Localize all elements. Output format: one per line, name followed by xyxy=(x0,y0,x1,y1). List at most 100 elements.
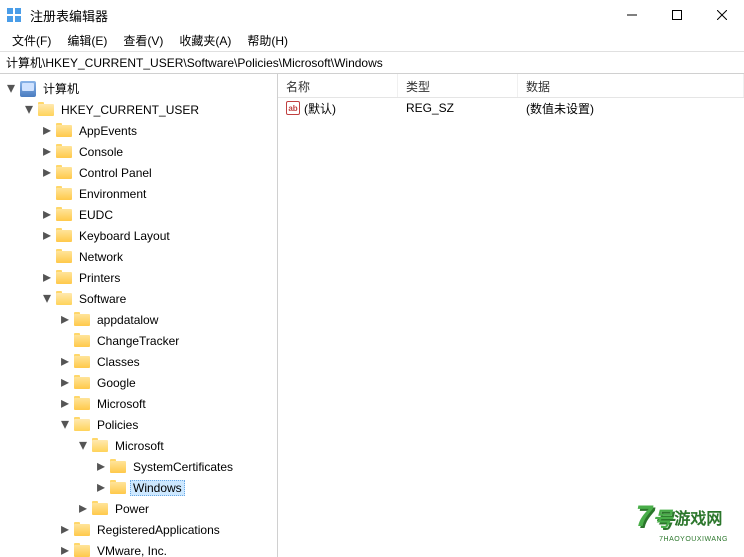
tree-node[interactable]: ▸VMware, Inc. xyxy=(54,540,277,557)
list-header: 名称 类型 数据 xyxy=(278,74,744,98)
tree-node[interactable]: ▸ChangeTracker xyxy=(54,330,277,351)
tree-label: Network xyxy=(76,249,126,265)
folder-icon xyxy=(92,503,108,515)
tree-node[interactable]: ▸EUDC xyxy=(36,204,277,225)
column-data[interactable]: 数据 xyxy=(518,74,744,97)
tree-node[interactable]: ▸Environment xyxy=(36,183,277,204)
list-row[interactable]: ab (默认) REG_SZ (数值未设置) xyxy=(278,98,744,118)
address-bar[interactable]: 计算机\HKEY_CURRENT_USER\Software\Policies\… xyxy=(0,52,744,74)
window-title: 注册表编辑器 xyxy=(30,6,609,25)
menu-help[interactable]: 帮助(H) xyxy=(239,30,296,51)
tree-node[interactable]: ▸Keyboard Layout xyxy=(36,225,277,246)
tree-label: appdatalow xyxy=(94,312,161,328)
menu-view[interactable]: 查看(V) xyxy=(115,30,171,51)
chevron-right-icon[interactable]: ▸ xyxy=(58,355,72,369)
chevron-right-icon[interactable]: ▸ xyxy=(94,460,108,474)
tree-node-microsoft[interactable]: ▾Microsoft xyxy=(72,435,277,456)
chevron-down-icon[interactable]: ▾ xyxy=(76,439,90,453)
chevron-right-icon[interactable]: ▸ xyxy=(40,271,54,285)
folder-icon xyxy=(110,461,126,473)
chevron-right-icon[interactable]: ▸ xyxy=(58,313,72,327)
chevron-down-icon[interactable]: ▾ xyxy=(22,103,36,117)
tree-label: RegisteredApplications xyxy=(94,522,223,538)
tree-node[interactable]: ▸ RegisteredApplications xyxy=(54,519,277,540)
tree-label-selected: Windows xyxy=(130,480,185,496)
chevron-right-icon[interactable]: ▸ xyxy=(58,523,72,537)
computer-icon xyxy=(20,81,36,97)
folder-icon xyxy=(56,188,72,200)
app-icon xyxy=(6,7,22,23)
folder-icon xyxy=(74,377,90,389)
menu-edit[interactable]: 编辑(E) xyxy=(59,30,115,51)
minimize-button[interactable] xyxy=(609,0,654,30)
tree-label: Policies xyxy=(94,417,141,433)
tree-node-computer[interactable]: ▾ 计算机 xyxy=(0,78,277,99)
folder-icon xyxy=(110,482,126,494)
tree-node-software[interactable]: ▾ Software xyxy=(36,288,277,309)
menubar: 文件(F) 编辑(E) 查看(V) 收藏夹(A) 帮助(H) xyxy=(0,30,744,52)
tree-node-windows[interactable]: ▸ Windows xyxy=(90,477,277,498)
tree-label: Microsoft xyxy=(94,396,149,412)
chevron-down-icon[interactable]: ▾ xyxy=(58,418,72,432)
menu-file[interactable]: 文件(F) xyxy=(4,30,59,51)
close-button[interactable] xyxy=(699,0,744,30)
tree-label: Software xyxy=(76,291,129,307)
tree-node-hkcu[interactable]: ▾ HKEY_CURRENT_USER xyxy=(18,99,277,120)
folder-icon xyxy=(56,125,72,137)
chevron-right-icon[interactable]: ▸ xyxy=(76,502,90,516)
tree-node[interactable]: ▸ Google xyxy=(54,372,277,393)
folder-open-icon xyxy=(38,104,54,116)
folder-icon xyxy=(56,209,72,221)
string-value-icon: ab xyxy=(286,101,300,115)
folder-icon xyxy=(74,398,90,410)
value-data: (数值未设置) xyxy=(518,100,744,117)
folder-icon xyxy=(56,230,72,242)
tree-label: HKEY_CURRENT_USER xyxy=(58,102,202,118)
folder-icon xyxy=(56,251,72,263)
chevron-right-icon[interactable]: ▸ xyxy=(40,124,54,138)
tree-label: ChangeTracker xyxy=(94,333,182,349)
folder-icon xyxy=(56,146,72,158)
tree-label: Control Panel xyxy=(76,165,155,181)
values-pane[interactable]: 名称 类型 数据 ab (默认) REG_SZ (数值未设置) xyxy=(278,74,744,557)
folder-icon xyxy=(74,314,90,326)
column-type[interactable]: 类型 xyxy=(398,74,518,97)
tree-label: Console xyxy=(76,144,126,160)
folder-icon xyxy=(74,524,90,536)
chevron-right-icon[interactable]: ▸ xyxy=(40,229,54,243)
chevron-right-icon[interactable]: ▸ xyxy=(58,376,72,390)
tree-label: 计算机 xyxy=(40,79,82,98)
tree-node[interactable]: ▸ SystemCertificates xyxy=(90,456,277,477)
tree-node[interactable]: ▸Classes xyxy=(54,351,277,372)
tree-node[interactable]: ▸ Power xyxy=(72,498,277,519)
folder-icon xyxy=(74,545,90,557)
folder-icon xyxy=(74,335,90,347)
tree-pane[interactable]: ▾ 计算机 ▾ HKEY_CURRENT_USER ▸AppEvents ▸Co xyxy=(0,74,278,557)
tree-node[interactable]: ▸ Console xyxy=(36,141,277,162)
tree-node[interactable]: ▸ Control Panel xyxy=(36,162,277,183)
folder-open-icon xyxy=(56,293,72,305)
chevron-right-icon[interactable]: ▸ xyxy=(94,481,108,495)
maximize-button[interactable] xyxy=(654,0,699,30)
chevron-right-icon[interactable]: ▸ xyxy=(58,544,72,557)
chevron-right-icon[interactable]: ▸ xyxy=(40,166,54,180)
menu-favorites[interactable]: 收藏夹(A) xyxy=(171,30,239,51)
tree-node-policies[interactable]: ▾ Policies xyxy=(54,414,277,435)
tree-node[interactable]: ▸ Microsoft xyxy=(54,393,277,414)
tree-node[interactable]: ▸AppEvents xyxy=(36,120,277,141)
value-name: (默认) xyxy=(304,100,336,117)
chevron-right-icon[interactable]: ▸ xyxy=(40,208,54,222)
tree-label: Power xyxy=(112,501,152,517)
chevron-right-icon[interactable]: ▸ xyxy=(40,145,54,159)
tree-label: SystemCertificates xyxy=(130,459,236,475)
chevron-down-icon[interactable]: ▾ xyxy=(40,292,54,306)
tree-node[interactable]: ▸Printers xyxy=(36,267,277,288)
window-controls xyxy=(609,0,744,30)
tree-node[interactable]: ▸ appdatalow xyxy=(54,309,277,330)
tree-node[interactable]: ▸Network xyxy=(36,246,277,267)
folder-open-icon xyxy=(92,440,108,452)
chevron-down-icon[interactable]: ▾ xyxy=(4,82,18,96)
tree-label: Google xyxy=(94,375,139,391)
column-name[interactable]: 名称 xyxy=(278,74,398,97)
chevron-right-icon[interactable]: ▸ xyxy=(58,397,72,411)
